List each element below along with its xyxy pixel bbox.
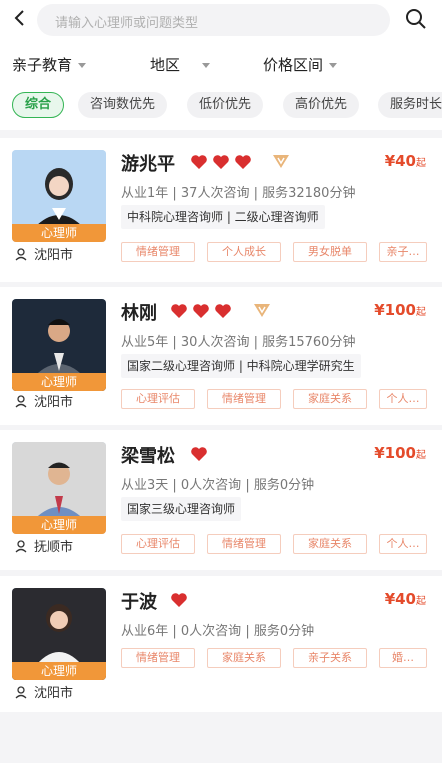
topic-tag[interactable]: 家庭关系	[293, 534, 367, 554]
heart-icon	[215, 304, 231, 318]
topic-tag[interactable]: 个人…	[379, 534, 427, 554]
rating-hearts	[170, 592, 188, 608]
counselor-name: 游兆平	[121, 154, 175, 175]
heart-icon	[213, 155, 229, 169]
chevron-down-icon	[202, 63, 211, 68]
rating-hearts	[190, 446, 208, 462]
heart-icon	[171, 304, 187, 318]
filter-region[interactable]: 地区	[150, 54, 211, 75]
avatar: 心理师	[12, 588, 106, 680]
certification: 国家二级心理咨询师 | 中科院心理学研究生	[121, 354, 361, 378]
location-pin-icon	[15, 540, 27, 553]
counselor-stats: 从业6年 | 0人次咨询 | 服务0分钟	[121, 624, 315, 639]
topic-tag[interactable]: 心理评估	[121, 534, 195, 554]
heart-icon	[235, 155, 251, 169]
sort-comprehensive[interactable]: 综合	[12, 92, 65, 118]
topic-tag[interactable]: 情绪管理	[121, 648, 195, 668]
sort-consult-count[interactable]: 咨询数优先	[78, 92, 168, 118]
certification: 国家三级心理咨询师	[121, 497, 242, 521]
sort-tabs: 综合 咨询数优先 低价优先 高价优先 服务时长	[0, 84, 442, 130]
topic-tags: 情绪管理 个人成长 男女脱单 亲子…	[121, 242, 427, 262]
topic-tag[interactable]: 婚…	[379, 648, 427, 668]
filter-category[interactable]: 亲子教育	[12, 54, 87, 75]
search-icon[interactable]	[405, 8, 427, 30]
chevron-down-icon	[78, 63, 87, 68]
topic-tag[interactable]: 家庭关系	[207, 648, 281, 668]
role-badge: 心理师	[12, 662, 106, 680]
counselor-stats: 从业3天 | 0人次咨询 | 服务0分钟	[121, 478, 315, 493]
topic-tags: 心理评估 情绪管理 家庭关系 个人…	[121, 389, 427, 409]
filter-bar: 亲子教育 地区 价格区间	[0, 44, 442, 84]
counselor-stats: 从业1年 | 37人次咨询 | 服务32180分钟	[121, 186, 356, 201]
topic-tag[interactable]: 亲子…	[379, 242, 427, 262]
counselor-name: 林刚	[121, 303, 157, 324]
counselor-card[interactable]: 心理师 林刚 ¥100起 从业5年 | 30人次咨询 | 服务15760分钟 国…	[0, 287, 442, 425]
sort-high-price[interactable]: 高价优先	[283, 92, 360, 118]
counselor-name: 梁雪松	[121, 446, 175, 467]
filter-price[interactable]: 价格区间	[263, 54, 338, 75]
heart-icon	[193, 304, 209, 318]
certification: 中科院心理咨询师 | 二级心理咨询师	[121, 205, 325, 229]
price: ¥40起	[384, 590, 426, 608]
topic-tag[interactable]: 家庭关系	[293, 389, 367, 409]
sort-low-price[interactable]: 低价优先	[187, 92, 264, 118]
counselor-card[interactable]: 心理师 游兆平 ¥40起 从业1年 | 37人次咨询 | 服务32180分钟 中…	[0, 138, 442, 282]
sort-service-duration[interactable]: 服务时长	[378, 92, 442, 118]
topic-tag[interactable]: 情绪管理	[207, 534, 281, 554]
topic-tags: 心理评估 情绪管理 家庭关系 个人…	[121, 534, 427, 554]
vip-badge-icon	[254, 304, 270, 317]
avatar: 心理师	[12, 442, 106, 534]
rating-hearts	[190, 154, 252, 170]
city-label: 抚顺市	[14, 536, 73, 555]
search-input[interactable]: 请输入心理师或问题类型	[37, 4, 390, 36]
location-pin-icon	[15, 686, 27, 699]
topic-tag[interactable]: 情绪管理	[207, 389, 281, 409]
top-bar: 请输入心理师或问题类型	[0, 0, 442, 44]
counselor-stats: 从业5年 | 30人次咨询 | 服务15760分钟	[121, 335, 356, 350]
role-badge: 心理师	[12, 373, 106, 391]
topic-tag[interactable]: 个人成长	[207, 242, 281, 262]
topic-tag[interactable]: 亲子关系	[293, 648, 367, 668]
search-placeholder: 请输入心理师或问题类型	[55, 16, 199, 31]
price: ¥40起	[384, 152, 426, 170]
topic-tag[interactable]: 情绪管理	[121, 242, 195, 262]
chevron-down-icon	[329, 63, 338, 68]
city-label: 沈阳市	[14, 244, 73, 263]
avatar: 心理师	[12, 150, 106, 242]
vip-badge-icon	[273, 155, 289, 168]
heart-icon	[171, 593, 187, 607]
back-arrow-icon[interactable]	[10, 8, 30, 30]
role-badge: 心理师	[12, 516, 106, 534]
counselor-card[interactable]: 心理师 于波 ¥40起 从业6年 | 0人次咨询 | 服务0分钟 情绪管理 家庭…	[0, 576, 442, 712]
counselor-name: 于波	[121, 592, 157, 613]
role-badge: 心理师	[12, 224, 106, 242]
price: ¥100起	[374, 301, 426, 319]
location-pin-icon	[15, 248, 27, 261]
topic-tag[interactable]: 个人…	[379, 389, 427, 409]
avatar: 心理师	[12, 299, 106, 391]
topic-tag[interactable]: 心理评估	[121, 389, 195, 409]
topic-tags: 情绪管理 家庭关系 亲子关系 婚…	[121, 648, 427, 668]
price: ¥100起	[374, 444, 426, 462]
counselor-card[interactable]: 心理师 梁雪松 ¥100起 从业3天 | 0人次咨询 | 服务0分钟 国家三级心…	[0, 430, 442, 570]
heart-icon	[191, 155, 207, 169]
rating-hearts	[170, 303, 232, 319]
heart-icon	[191, 447, 207, 461]
city-label: 沈阳市	[14, 682, 73, 701]
location-pin-icon	[15, 395, 27, 408]
city-label: 沈阳市	[14, 391, 73, 410]
topic-tag[interactable]: 男女脱单	[293, 242, 367, 262]
